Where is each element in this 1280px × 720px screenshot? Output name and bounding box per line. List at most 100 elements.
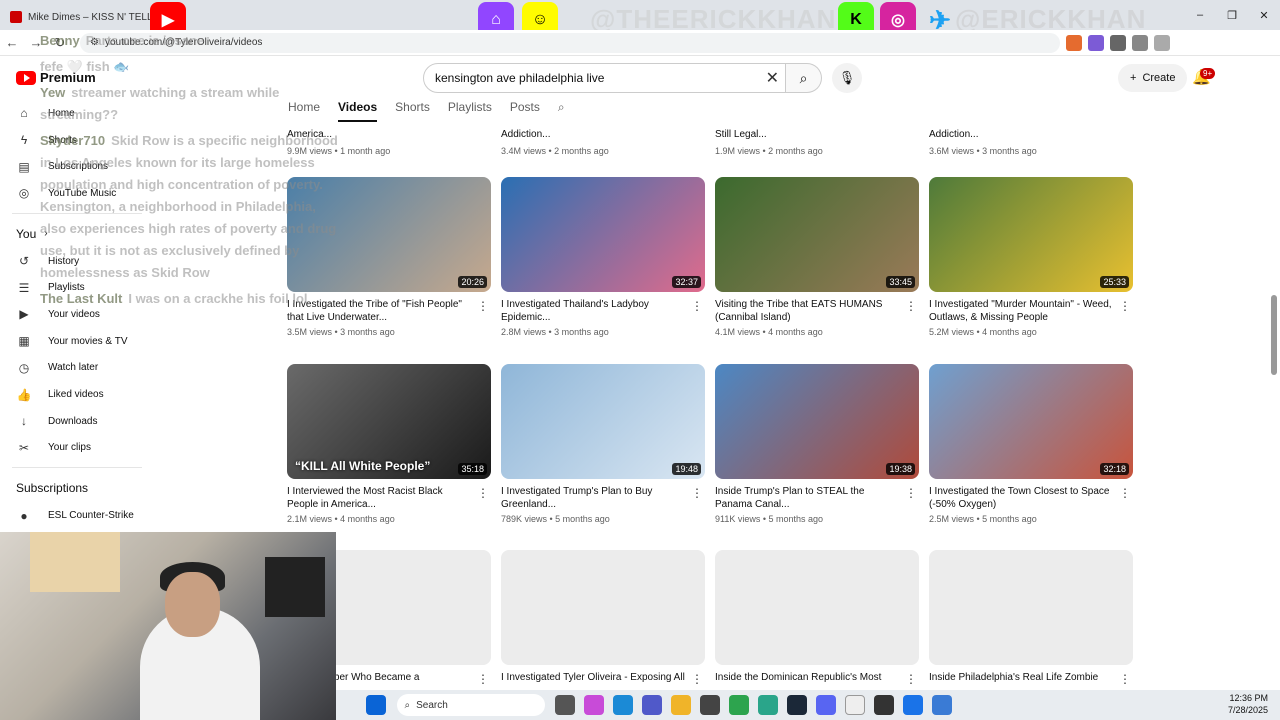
video-card[interactable]: 20:26 I Investigated the Tribe of "Fish P… (287, 177, 491, 337)
reload-icon[interactable]: ↻ (48, 31, 72, 55)
sidebar-item-your-movies-tv[interactable]: ▦ Your movies & TV (0, 328, 150, 355)
page-scrollbar[interactable] (1270, 100, 1278, 690)
more-options-icon[interactable]: ⋮ (691, 299, 703, 313)
video-title[interactable]: I Investigated Thailand's Ladyboy Epidem… (501, 298, 687, 324)
maximize-button[interactable]: ❐ (1216, 0, 1248, 30)
obs-icon[interactable] (874, 695, 894, 715)
task-view-icon[interactable] (555, 695, 575, 715)
sidebar-item-watch-later[interactable]: ◷ Watch later (0, 355, 150, 382)
clear-search-icon[interactable]: ✕ (766, 68, 779, 88)
more-options-icon[interactable]: ⋮ (477, 299, 489, 313)
search-button[interactable]: ⌕ (786, 63, 822, 93)
scrollbar-thumb[interactable] (1271, 295, 1277, 375)
video-card[interactable]: 32:37 I Investigated Thailand's Ladyboy E… (501, 177, 705, 337)
sidebar-channel-item[interactable]: ● ESL Counter-Strike (0, 502, 150, 529)
more-options-icon[interactable]: ⋮ (905, 299, 917, 313)
more-options-icon[interactable]: ⋮ (905, 672, 917, 686)
video-card[interactable]: Inside Philadelphia's Real Life Zombie ⋮ (929, 550, 1133, 686)
video-thumbnail[interactable]: 19:38 (715, 364, 919, 479)
forward-arrow-icon[interactable]: → (24, 31, 48, 55)
sidebar-item-youtube-music[interactable]: ◎ YouTube Music (0, 180, 150, 207)
create-button[interactable]: + Create (1118, 64, 1188, 92)
more-options-icon[interactable]: ⋮ (691, 672, 703, 686)
voice-search-button[interactable]: 🎙 (832, 63, 862, 93)
video-thumbnail[interactable]: 25:33 (929, 177, 1133, 292)
extension-icon[interactable] (1088, 34, 1104, 51)
tab-home[interactable]: Home (288, 100, 320, 122)
video-thumbnail[interactable]: 32:18 (929, 364, 1133, 479)
video-title[interactable]: Inside Philadelphia's Real Life Zombie (929, 671, 1115, 684)
sidebar-item-your-clips[interactable]: ✂ Your clips (0, 435, 150, 462)
video-thumbnail[interactable]: “KILL All White People” 35:18 (287, 364, 491, 479)
sidebar-item-shorts[interactable]: ϟ Shorts (0, 127, 150, 154)
sidebar-you-header[interactable]: You › (0, 220, 150, 248)
tab-posts[interactable]: Posts (510, 100, 540, 122)
sidebar-item-your-videos[interactable]: ▶ Your videos (0, 301, 150, 328)
video-title[interactable]: I Investigated "Murder Mountain" - Weed,… (929, 298, 1115, 324)
more-options-icon[interactable]: ⋮ (691, 486, 703, 500)
video-card[interactable]: 33:45 Visiting the Tribe that EATS HUMANS… (715, 177, 919, 337)
puzzle-icon[interactable] (1132, 34, 1148, 51)
copilot-icon[interactable] (584, 695, 604, 715)
more-options-icon[interactable]: ⋮ (1119, 672, 1131, 686)
video-title[interactable]: I Interviewed the Most Racist Black Peop… (287, 485, 473, 511)
tab-shorts[interactable]: Shorts (395, 100, 430, 122)
video-title[interactable]: Visiting the Tribe that EATS HUMANS (Can… (715, 298, 901, 324)
video-card[interactable]: I Investigated Tyler Oliveira - Exposing… (501, 550, 705, 686)
close-window-button[interactable]: ✕ (1248, 0, 1280, 30)
sidebar-item-home[interactable]: ⌂ Home (0, 100, 150, 127)
file-explorer-icon[interactable] (671, 695, 691, 715)
more-options-icon[interactable]: ⋮ (477, 672, 489, 686)
video-title[interactable]: Inside Trump's Plan to STEAL the Panama … (715, 485, 901, 511)
browser-icon[interactable] (903, 695, 923, 715)
teams-icon[interactable] (642, 695, 662, 715)
profile-icon[interactable] (1154, 34, 1170, 51)
youtube-logo[interactable]: Premium (16, 70, 96, 85)
discord-icon[interactable] (816, 695, 836, 715)
back-arrow-icon[interactable]: ← (0, 31, 24, 55)
video-card[interactable]: 25:33 I Investigated "Murder Mountain" - … (929, 177, 1133, 337)
more-options-icon[interactable]: ⋮ (1119, 486, 1131, 500)
video-title[interactable]: I Investigated the Tribe of "Fish People… (287, 298, 473, 324)
video-title[interactable]: Inside the Dominican Republic's Most (715, 671, 901, 684)
more-options-icon[interactable]: ⋮ (477, 486, 489, 500)
video-card[interactable]: “KILL All White People” 35:18 I Interviewe… (287, 364, 491, 524)
video-card[interactable]: 19:38 Inside Trump's Plan to STEAL the Pa… (715, 364, 919, 524)
video-card-partial[interactable]: Addiction... 3.6M views • 3 months ago (929, 127, 1037, 159)
video-card[interactable]: 32:18 I Investigated the Town Closest to … (929, 364, 1133, 524)
sidebar-item-subscriptions[interactable]: ▤ Subscriptions (0, 153, 150, 180)
video-thumbnail[interactable]: 20:26 (287, 177, 491, 292)
video-card-partial[interactable]: Still Legal... 1.9M views • 2 months ago (715, 127, 823, 159)
taskbar-search[interactable]: ⌕ Search (396, 694, 545, 716)
more-options-icon[interactable]: ⋮ (1119, 299, 1131, 313)
store-icon[interactable] (700, 695, 720, 715)
tab-videos[interactable]: Videos (338, 100, 378, 122)
url-field[interactable]: ⚙ youtube.com/@TylerOliveira/videos (80, 32, 1060, 53)
app-icon[interactable] (758, 695, 778, 715)
video-thumbnail[interactable] (501, 550, 705, 665)
chrome-icon[interactable] (729, 695, 749, 715)
system-clock[interactable]: 12:36 PM 7/28/2025 (1228, 692, 1268, 716)
steam-icon[interactable] (787, 695, 807, 715)
video-title[interactable]: I Investigated Trump's Plan to Buy Green… (501, 485, 687, 511)
video-card-partial[interactable]: America... 9.9M views • 1 month ago (287, 127, 390, 159)
video-card[interactable]: Inside the Dominican Republic's Most ⋮ (715, 550, 919, 686)
sidebar-item-history[interactable]: ↺ History (0, 248, 150, 275)
tab-playlists[interactable]: Playlists (448, 100, 492, 122)
video-thumbnail[interactable] (715, 550, 919, 665)
app-icon[interactable] (932, 695, 952, 715)
extension-icon[interactable] (1110, 34, 1126, 51)
search-input[interactable]: kensington ave philadelphia live ✕ (423, 63, 786, 93)
more-options-icon[interactable]: ⋮ (905, 486, 917, 500)
video-card-partial[interactable]: Addiction... 3.4M views • 2 months ago (501, 127, 609, 159)
sidebar-item-liked-videos[interactable]: 👍 Liked videos (0, 381, 150, 408)
windows-start-icon[interactable] (366, 695, 386, 715)
video-thumbnail[interactable]: 32:37 (501, 177, 705, 292)
channel-search-icon[interactable]: ⌕ (558, 100, 565, 122)
notepad-icon[interactable] (845, 695, 865, 715)
video-title[interactable]: I Investigated Tyler Oliveira - Exposing… (501, 671, 687, 684)
minimize-button[interactable]: – (1184, 0, 1216, 30)
video-thumbnail[interactable] (929, 550, 1133, 665)
edge-icon[interactable] (613, 695, 633, 715)
video-thumbnail[interactable]: 19:48 (501, 364, 705, 479)
